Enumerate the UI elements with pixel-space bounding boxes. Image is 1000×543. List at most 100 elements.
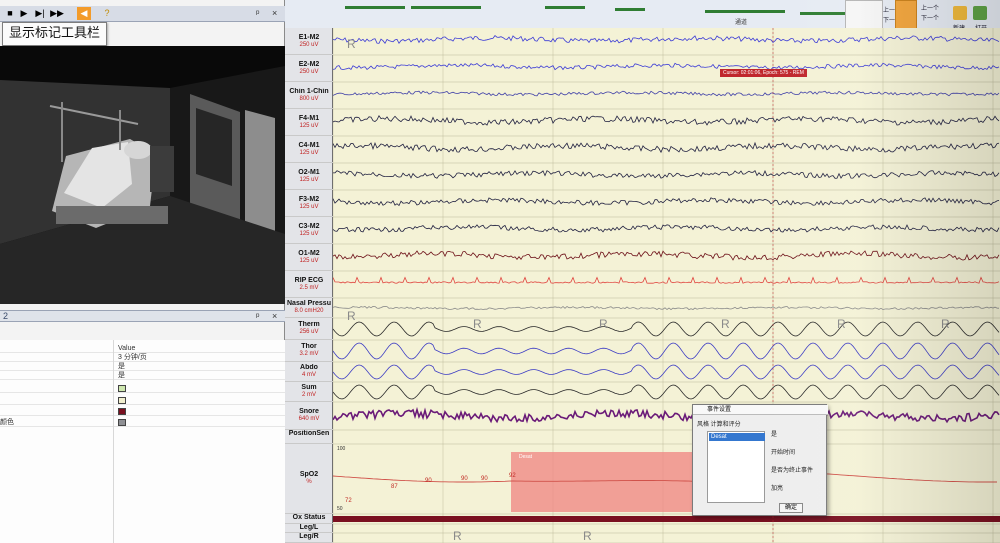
signal-trace — [333, 35, 1000, 45]
channel-name: Nasal Pressu — [287, 300, 331, 307]
dialog-option[interactable]: 是否为终止事件 — [771, 467, 813, 475]
spo2-reading: 72 — [345, 498, 352, 504]
channel-label[interactable]: Thor 3.2 mV — [285, 340, 333, 362]
channel-label[interactable]: Abdo 4 mV — [285, 362, 333, 382]
spo2-reading: 90 — [425, 478, 432, 484]
dialog-option[interactable]: 开始时间 — [771, 449, 795, 457]
color-swatch[interactable] — [118, 408, 126, 415]
channel-name: Abdo — [300, 364, 318, 371]
marker-toolbar-tooltip: 显示标记工具栏 — [2, 22, 108, 46]
cursor-position-label: Cursor: 02:01:06, Epoch: 575 - REM — [720, 69, 807, 77]
channel-label[interactable]: Chin 1-Chin 800 uV — [285, 82, 333, 109]
column-divider[interactable] — [113, 340, 114, 543]
signal-trace — [333, 321, 1000, 337]
dialog-option[interactable]: 加亮 — [771, 485, 783, 493]
dialog-option[interactable]: 是 — [771, 431, 777, 439]
channel-scale: 250 uV — [299, 68, 319, 75]
channel-label[interactable]: RIP ECG 2.5 mV — [285, 271, 333, 298]
list-item[interactable]: Desat — [709, 433, 765, 441]
signal-trace — [333, 364, 1000, 380]
table-row[interactable] — [0, 396, 285, 405]
table-row[interactable] — [0, 384, 285, 393]
timeline-marker — [411, 6, 481, 9]
marker-toolbar-icon[interactable]: ◀ — [77, 7, 91, 20]
color-swatch[interactable] — [118, 385, 126, 392]
channel-label[interactable]: Sum 2 mV — [285, 382, 333, 402]
timeline-marker — [545, 6, 585, 9]
channel-label[interactable]: F3-M2 125 uV — [285, 190, 333, 217]
table-row[interactable]: 是 — [0, 371, 285, 380]
channel-label[interactable]: SpO2% — [285, 444, 333, 514]
signal-trace — [333, 62, 1000, 71]
channel-name: PositionSen — [288, 430, 330, 437]
pin-icon[interactable]: ᵖ — [256, 8, 259, 19]
close-icon[interactable]: × — [272, 8, 277, 19]
properties-header: 2 ᵖ × — [0, 310, 285, 322]
signal-trace — [333, 224, 1000, 233]
channel-name: Leg/L — [299, 524, 319, 531]
list-item[interactable] — [709, 469, 765, 477]
table-row[interactable]: 3 分钟/页 — [0, 353, 285, 362]
step-forward-icon[interactable]: ▶| — [33, 7, 47, 20]
prev-event-button[interactable]: 上一个 — [921, 6, 939, 13]
channel-label[interactable]: F4-M1 125 uV — [285, 109, 333, 136]
channel-label[interactable]: C3-M2 125 uV — [285, 217, 333, 244]
help-icon[interactable]: ? — [100, 7, 114, 20]
color-swatch[interactable] — [118, 419, 126, 426]
stop-icon[interactable]: ■ — [3, 7, 17, 20]
channel-label[interactable]: Leg/L — [285, 524, 333, 533]
list-item[interactable] — [709, 451, 765, 459]
table-row[interactable]: 是 — [0, 362, 285, 371]
channel-label[interactable]: Leg/R — [285, 533, 333, 543]
pin-icon[interactable]: ᵖ — [256, 311, 259, 322]
signal-trace-area[interactable]: 100 50 72 87 90 90 90 92 Desat R R R R R R R R R — [333, 28, 1000, 543]
ox-status-bar — [333, 516, 1000, 522]
channel-name: Chin 1-Chin — [289, 87, 329, 95]
channel-name: Thor — [301, 343, 317, 350]
video-toolbar: ■ ▶ ▶| ▶▶ ◀ ? ᵖ × — [0, 6, 285, 22]
channel-label[interactable]: Therm 256 uV — [285, 318, 333, 340]
color-swatch[interactable] — [118, 397, 126, 404]
video-player[interactable] — [0, 46, 285, 304]
channel-label[interactable]: O2-M1 125 uV — [285, 163, 333, 190]
list-item[interactable] — [709, 460, 765, 468]
signal-trace — [333, 406, 1000, 424]
stage-marker: R — [583, 529, 592, 543]
fast-forward-icon[interactable]: ▶▶ — [50, 7, 64, 20]
table-row[interactable]: 颜色 — [0, 418, 285, 427]
next-event-button[interactable]: 下一个 — [921, 16, 939, 23]
property-value: 是 — [118, 363, 125, 370]
stage-marker: R — [599, 317, 608, 331]
timeline-marker — [705, 10, 785, 13]
channel-label[interactable]: Ox Status — [285, 514, 333, 524]
close-icon[interactable]: × — [272, 311, 277, 322]
channel-name: Snore — [299, 408, 319, 415]
channel-label[interactable]: Nasal Pressu 8.0 cmH20 — [285, 298, 333, 318]
channel-name: Ox Status — [292, 514, 326, 521]
channel-label[interactable]: C4-M1 125 uV — [285, 136, 333, 163]
left-pane: ■ ▶ ▶| ▶▶ ◀ ? ᵖ × 显示标记工具栏 2 ᵖ × Value 3 … — [0, 0, 285, 543]
signal-trace — [333, 384, 1000, 400]
spo2-reading: 90 — [481, 476, 488, 482]
channel-scale: 250 uV — [299, 41, 319, 48]
play-icon[interactable]: ▶ — [17, 7, 31, 20]
signal-trace — [333, 141, 1000, 154]
desat-event-box — [511, 452, 707, 512]
channel-name: C4-M1 — [298, 141, 320, 149]
list-item[interactable] — [709, 442, 765, 450]
table-row[interactable] — [0, 407, 285, 416]
signal-trace — [333, 197, 1000, 207]
channel-scale: 125 uV — [299, 176, 319, 183]
channel-label[interactable]: Snore 640 mV — [285, 402, 333, 430]
patient-video-frame — [0, 46, 285, 304]
channel-name: F3-M2 — [298, 195, 320, 203]
channel-label[interactable]: E1-M2 250 uV — [285, 28, 333, 55]
ok-button[interactable]: 确定 — [779, 503, 803, 513]
channel-label[interactable]: O1-M2 125 uV — [285, 244, 333, 271]
channel-name: Therm — [298, 321, 320, 328]
channel-scale: 8.0 cmH20 — [294, 308, 324, 314]
dialog-tabs[interactable]: 风格 计算和评分 — [697, 419, 741, 428]
stage-marker: R — [347, 309, 356, 323]
channel-label[interactable]: E2-M2 250 uV — [285, 55, 333, 82]
channel-label[interactable]: PositionSen — [285, 430, 333, 444]
